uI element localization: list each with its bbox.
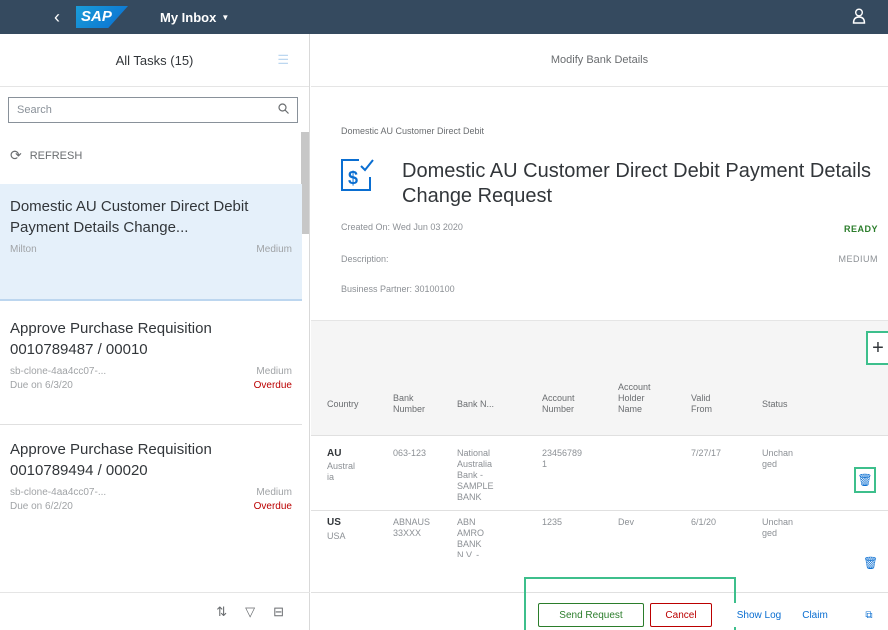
open-in-new-icon[interactable]: ⧉ <box>859 603 879 627</box>
search-input[interactable]: Search <box>8 97 298 123</box>
created-on: Created On: Wed Jun 03 2020 <box>341 222 463 232</box>
table-header: Country Bank Number Bank N... Account Nu… <box>311 376 888 436</box>
list-item-creator: Milton <box>10 244 37 255</box>
payment-request-icon: $ <box>339 157 375 193</box>
detail-title: Modify Bank Details <box>550 54 649 66</box>
column-header[interactable]: Bank N... <box>457 399 494 410</box>
cell-bank-number: ABNAUS 33XXX <box>393 517 431 538</box>
app-title: My Inbox <box>160 9 217 25</box>
cell-bank-number: 063-123 <box>393 448 427 458</box>
cell-bank-name: National Australia Bank - SAMPLE BANK <box>457 448 494 502</box>
description-label: Description: <box>341 254 389 264</box>
priority-badge: MEDIUM <box>838 254 878 264</box>
cell-account-number: 23456789 1 <box>542 448 583 469</box>
refresh-button[interactable]: ⟳ REFRESH <box>10 147 82 164</box>
group-icon[interactable]: ⊟ <box>273 604 284 620</box>
trash-icon[interactable]: 🗑 <box>863 556 878 570</box>
cancel-button[interactable]: Cancel <box>650 603 712 627</box>
add-row-button[interactable]: + <box>866 331 888 365</box>
list-item[interactable]: Approve Purchase Requisition 0010789487 … <box>0 318 302 428</box>
task-list-title: All Tasks (15) <box>115 52 194 68</box>
cell-valid-from: 6/1/20 <box>691 517 717 527</box>
magnifier-icon[interactable] <box>278 103 289 117</box>
object-title: Domestic AU Customer Direct Debit Paymen… <box>402 160 872 207</box>
app-title-menu[interactable]: My Inbox ▼ <box>160 10 229 25</box>
sort-icon[interactable]: ⇅ <box>216 604 227 620</box>
list-item-title: Approve Purchase Requisition 0010789487 … <box>10 320 212 358</box>
refresh-label: REFRESH <box>29 149 83 162</box>
send-request-button[interactable]: Send Request <box>538 603 644 627</box>
column-header[interactable]: Country <box>327 399 359 410</box>
list-separator <box>0 424 302 425</box>
list-item-priority: Medium <box>256 244 292 255</box>
cell-country-code: US <box>327 517 341 528</box>
svg-text:$: $ <box>348 168 358 188</box>
cell-holder: Dev <box>618 517 635 527</box>
delete-row-button[interactable]: 🗑 <box>854 467 876 493</box>
list-item-title: Domestic AU Customer Direct Debit Paymen… <box>10 198 249 236</box>
task-list-panel: All Tasks (15) ☰ Search ⟳ REFRESH Domest… <box>0 34 310 630</box>
detail-header: Modify Bank Details <box>311 34 888 87</box>
cell-status: Unchanged <box>762 448 794 469</box>
task-list-header: All Tasks (15) ☰ <box>0 34 309 87</box>
chevron-left-icon: ‹ <box>54 6 60 27</box>
column-header[interactable]: Valid From <box>691 393 721 415</box>
shell-bar: ‹ SAP My Inbox ▼ <box>0 0 888 34</box>
sort-icon[interactable]: ☰ <box>277 52 289 68</box>
triangle-down-icon: ▼ <box>221 12 230 22</box>
cell-country-code: AU <box>327 448 342 459</box>
task-detail-panel: Modify Bank Details Domestic AU Customer… <box>311 34 888 630</box>
cell-status: Unchanged <box>762 517 794 538</box>
cell-valid-from: 7/27/17 <box>691 448 722 458</box>
list-item-due: Due on 6/2/20 <box>10 501 73 512</box>
overdue-status: Overdue <box>253 380 292 391</box>
list-item-due: Due on 6/3/20 <box>10 380 73 391</box>
column-header[interactable]: Account Number <box>542 393 587 415</box>
table-toolbar <box>311 320 888 376</box>
column-header[interactable]: Bank Number <box>393 393 433 415</box>
trash-icon: 🗑 <box>857 473 873 487</box>
refresh-icon: ⟳ <box>10 147 22 163</box>
column-header[interactable]: Account Holder Name <box>618 382 658 415</box>
plus-icon: + <box>872 336 884 359</box>
filter-icon[interactable]: ▽ <box>245 604 255 620</box>
list-item[interactable]: Approve Purchase Requisition 0010789494 … <box>0 439 302 549</box>
business-partner: Business Partner: 30100100 <box>341 284 455 294</box>
back-button[interactable]: ‹ <box>40 0 74 34</box>
person-icon[interactable] <box>852 8 866 28</box>
cell-country: Australia <box>327 461 356 482</box>
row-separator <box>311 510 888 511</box>
claim-button[interactable]: Claim <box>795 603 835 627</box>
cell-bank-name: ABN AMRO BANK N.V. - SAMPLE <box>457 517 484 557</box>
show-log-button[interactable]: Show Log <box>731 603 787 627</box>
scrollbar[interactable] <box>301 132 309 234</box>
column-header[interactable]: Status <box>762 399 788 410</box>
list-item-creator: sb-clone-4aa4cc07-... <box>10 366 107 377</box>
list-item-creator: sb-clone-4aa4cc07-... <box>10 487 107 498</box>
breadcrumb: Domestic AU Customer Direct Debit <box>341 126 485 136</box>
list-item[interactable]: Domestic AU Customer Direct Debit Paymen… <box>0 184 302 301</box>
cell-country: USA <box>327 531 346 541</box>
list-item-priority: Medium <box>256 366 292 377</box>
cell-account-number: 1235 <box>542 517 563 527</box>
list-item-title: Approve Purchase Requisition 0010789494 … <box>10 441 212 479</box>
status-badge: READY <box>843 224 878 234</box>
sap-logo: SAP <box>76 6 128 28</box>
task-list-footer: ⇅ ▽ ⊟ <box>0 592 310 630</box>
footer-toolbar: Send Request Cancel Show Log Claim ⧉ <box>311 577 888 630</box>
search-placeholder: Search <box>17 104 52 116</box>
overdue-status: Overdue <box>253 501 292 512</box>
list-item-priority: Medium <box>256 487 292 498</box>
